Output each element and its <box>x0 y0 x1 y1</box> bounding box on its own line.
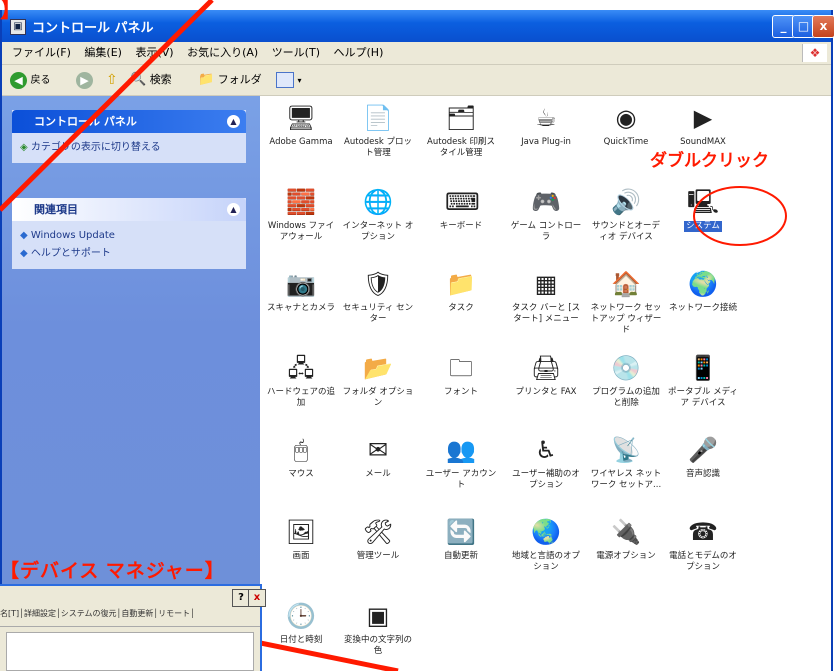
system-properties-body <box>6 632 254 671</box>
tab-strip[interactable]: 名[T]│詳細設定│システムの復元│自動更新│リモート│ <box>0 608 260 627</box>
device-manager-annotation: 【デバイス マネジャー】 <box>0 561 225 582</box>
close-button[interactable]: x <box>248 589 266 607</box>
double-click-annotation: ダブルクリック <box>650 151 769 170</box>
annotation-arrow-line-top <box>0 0 214 212</box>
system-properties-window: ? x 名[T]│詳細設定│システムの復元│自動更新│リモート│ <box>0 584 266 671</box>
system-highlight-circle <box>693 186 787 246</box>
